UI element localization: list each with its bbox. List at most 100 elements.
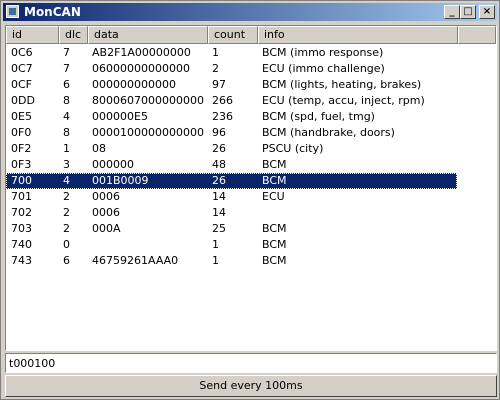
cell-count: 26 — [212, 174, 226, 187]
maximize-button[interactable]: □ — [460, 5, 476, 19]
cell-count: 266 — [212, 94, 233, 107]
cell-id: 0E5 — [11, 110, 32, 123]
table-row[interactable]: 0E5 4 000000E5 236 BCM (spd, fuel, tmg) — [6, 109, 457, 125]
cell-info: BCM — [262, 158, 287, 171]
cell-data: 0000100000000000 — [92, 126, 204, 139]
table-row[interactable]: 0F3 3 000000 48 BCM — [6, 157, 457, 173]
cell-id: 0F3 — [11, 158, 32, 171]
cell-info: BCM — [262, 254, 287, 267]
cell-id: 0CF — [11, 78, 33, 91]
table-row[interactable]: 0CF 6 000000000000 97 BCM (lights, heating, … — [6, 77, 457, 93]
app-icon — [6, 5, 19, 18]
cell-id: 700 — [11, 174, 32, 187]
message-list[interactable]: id dlc data count info 0C6 7 AB2F1A0000000… — [5, 25, 497, 351]
table-row[interactable]: 743 6 46759261AAA0 1 BCM — [6, 253, 457, 269]
table-row[interactable]: 700 4 001B0009 26 BCM — [6, 173, 457, 189]
cell-count: 25 — [212, 222, 226, 235]
list-rows: 0C6 7 AB2F1A00000000 1 BCM (immo response) 0C… — [6, 45, 496, 269]
cell-data: 000000E5 — [92, 110, 148, 123]
column-header-dlc[interactable]: dlc — [59, 26, 88, 44]
cell-dlc: 7 — [63, 62, 70, 75]
cell-dlc: 2 — [63, 190, 70, 203]
cell-id: 703 — [11, 222, 32, 235]
cell-info: BCM (immo response) — [262, 46, 384, 59]
cell-info: ECU — [262, 190, 285, 203]
cell-info: BCM (handbrake, doors) — [262, 126, 395, 139]
close-button[interactable]: × — [479, 5, 495, 19]
table-row[interactable]: 0DD 8 8000607000000000 266 ECU (temp, accu, … — [6, 93, 457, 109]
cell-count: 1 — [212, 254, 219, 267]
cell-id: 0F2 — [11, 142, 32, 155]
table-row[interactable]: 0F2 1 08 26 PSCU (city) — [6, 141, 457, 157]
cell-id: 0C6 — [11, 46, 33, 59]
cell-count: 1 — [212, 238, 219, 251]
table-row[interactable]: 0C7 7 06000000000000 2 ECU (immo challenge) — [6, 61, 457, 77]
table-row[interactable]: 702 2 0006 14 — [6, 205, 457, 221]
cell-data: 06000000000000 — [92, 62, 190, 75]
cell-id: 701 — [11, 190, 32, 203]
table-row[interactable]: 701 2 0006 14 ECU — [6, 189, 457, 205]
cell-id: 0F0 — [11, 126, 32, 139]
cell-data: 08 — [92, 142, 106, 155]
cell-data: 000000 — [92, 158, 134, 171]
cell-dlc: 7 — [63, 46, 70, 59]
cell-info: BCM (spd, fuel, tmg) — [262, 110, 375, 123]
cell-id: 0DD — [11, 94, 35, 107]
cell-id: 743 — [11, 254, 32, 267]
cell-dlc: 6 — [63, 254, 70, 267]
cell-count: 48 — [212, 158, 226, 171]
cell-id: 0C7 — [11, 62, 33, 75]
cell-dlc: 8 — [63, 126, 70, 139]
table-row[interactable]: 703 2 000A 25 BCM — [6, 221, 457, 237]
column-header-id[interactable]: id — [6, 26, 59, 44]
cell-count: 236 — [212, 110, 233, 123]
cell-dlc: 3 — [63, 158, 70, 171]
cell-count: 97 — [212, 78, 226, 91]
command-input[interactable] — [5, 353, 497, 373]
cell-data: AB2F1A00000000 — [92, 46, 191, 59]
cell-dlc: 2 — [63, 222, 70, 235]
table-row[interactable]: 740 0 1 BCM — [6, 237, 457, 253]
cell-count: 14 — [212, 190, 226, 203]
cell-count: 96 — [212, 126, 226, 139]
table-row[interactable]: 0C6 7 AB2F1A00000000 1 BCM (immo response) — [6, 45, 457, 61]
cell-info: ECU (immo challenge) — [262, 62, 385, 75]
cell-dlc: 4 — [63, 174, 70, 187]
cell-data: 001B0009 — [92, 174, 149, 187]
window-title: MonCAN — [24, 5, 81, 19]
cell-count: 14 — [212, 206, 226, 219]
cell-dlc: 8 — [63, 94, 70, 107]
cell-info: PSCU (city) — [262, 142, 324, 155]
table-row[interactable]: 0F0 8 0000100000000000 96 BCM (handbrake, do… — [6, 125, 457, 141]
cell-info: BCM (lights, heating, brakes) — [262, 78, 422, 91]
list-header: id dlc data count info — [6, 26, 496, 44]
cell-data: 0006 — [92, 190, 120, 203]
column-header-filler — [458, 26, 496, 44]
cell-count: 26 — [212, 142, 226, 155]
column-header-info[interactable]: info — [258, 26, 458, 44]
cell-dlc: 0 — [63, 238, 70, 251]
cell-id: 740 — [11, 238, 32, 251]
send-every-100ms-button[interactable]: Send every 100ms — [5, 375, 497, 397]
column-header-count[interactable]: count — [208, 26, 258, 44]
cell-dlc: 1 — [63, 142, 70, 155]
cell-data: 46759261AAA0 — [92, 254, 179, 267]
minimize-button[interactable]: _ — [444, 5, 460, 19]
cell-info: ECU (temp, accu, inject, rpm) — [262, 94, 425, 107]
cell-data: 000000000000 — [92, 78, 176, 91]
moncan-window: MonCAN _ □ × id dlc data count info 0C6 7… — [0, 0, 500, 400]
cell-data: 8000607000000000 — [92, 94, 204, 107]
cell-id: 702 — [11, 206, 32, 219]
cell-data: 000A — [92, 222, 121, 235]
cell-info: BCM — [262, 238, 287, 251]
cell-dlc: 6 — [63, 78, 70, 91]
cell-dlc: 2 — [63, 206, 70, 219]
cell-data: 0006 — [92, 206, 120, 219]
cell-info: BCM — [262, 174, 287, 187]
title-bar[interactable]: MonCAN _ □ × — [3, 3, 497, 21]
cell-dlc: 4 — [63, 110, 70, 123]
cell-info: BCM — [262, 222, 287, 235]
cell-count: 1 — [212, 46, 219, 59]
cell-count: 2 — [212, 62, 219, 75]
column-header-data[interactable]: data — [88, 26, 208, 44]
